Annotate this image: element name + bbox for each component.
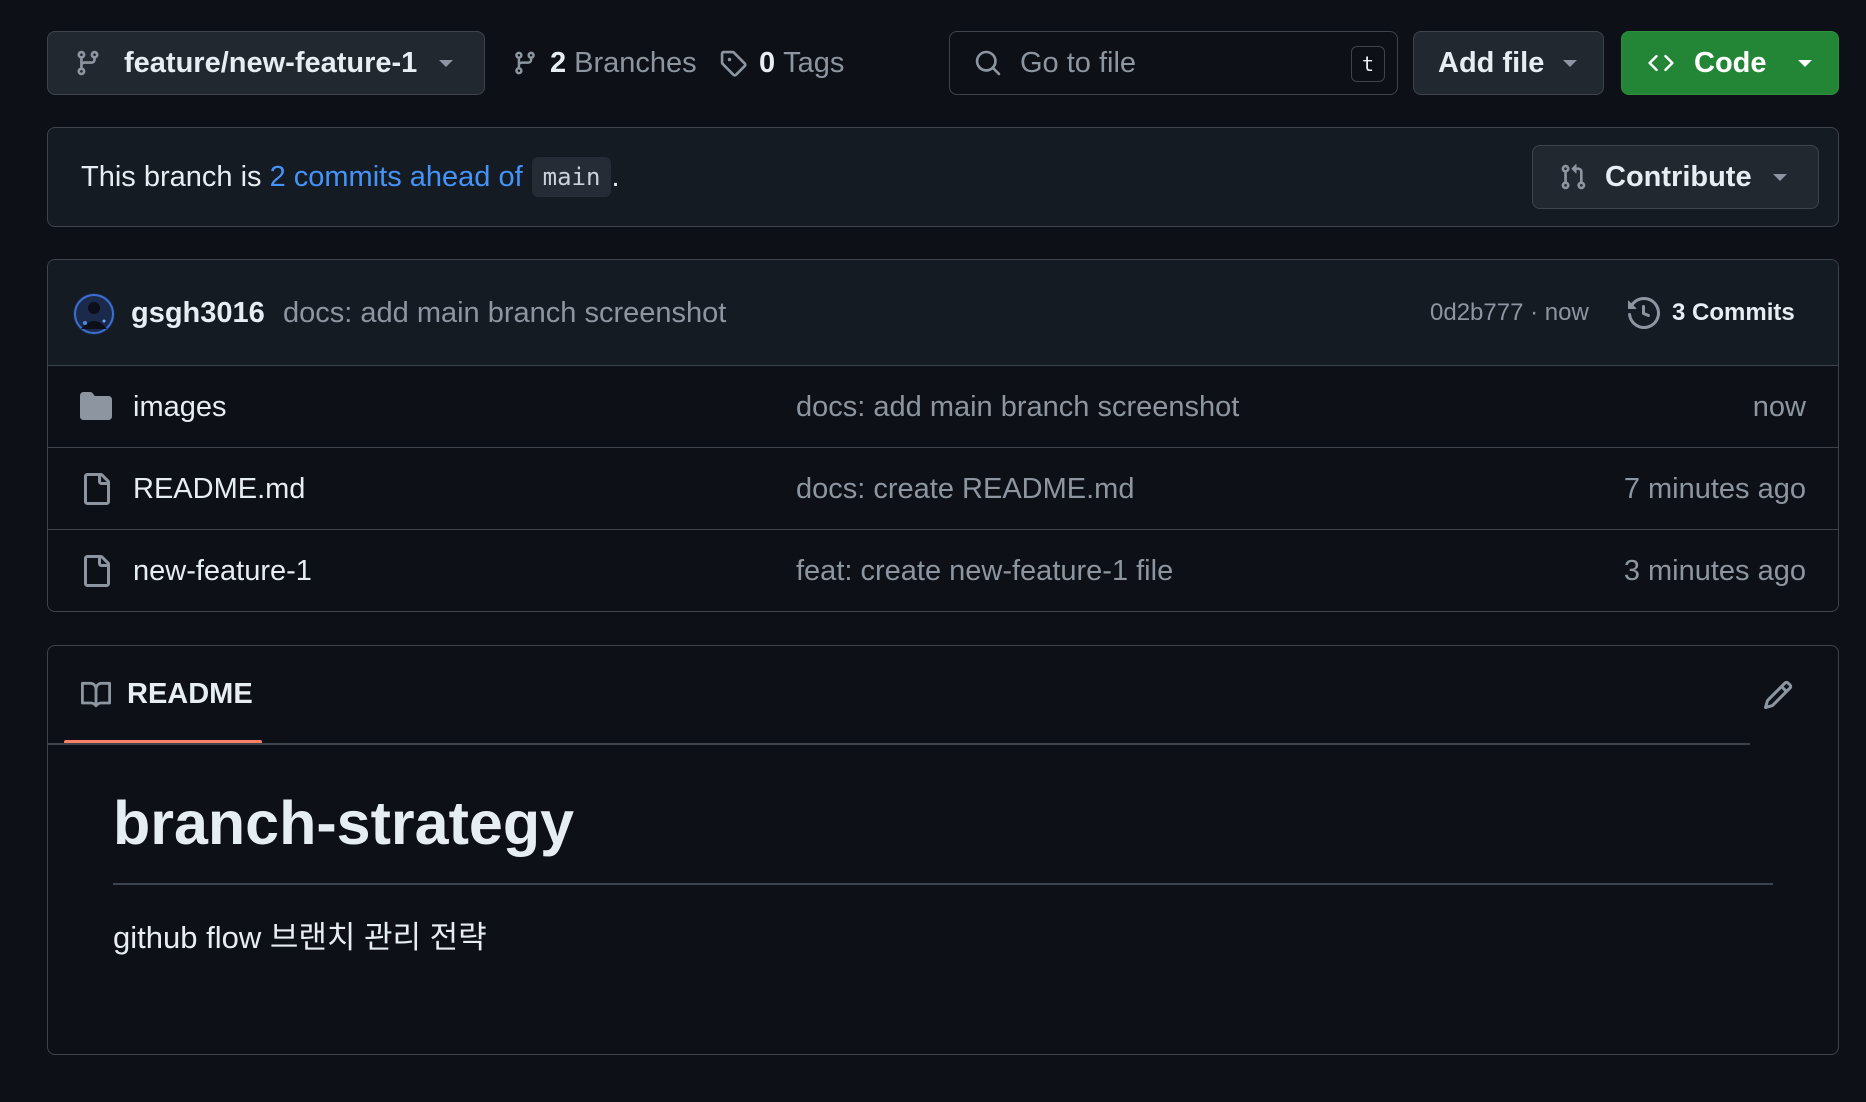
pull-request-icon [1559,162,1587,192]
search-placeholder: Go to file [1020,46,1137,79]
branch-selector-button[interactable]: feature/new-feature-1 [47,31,485,95]
file-icon [80,472,112,506]
readme-content: branch-strategy github flow 브랜치 관리 전략 [113,781,1773,958]
chevron-down-icon [438,59,454,69]
file-commit-message[interactable]: feat: create new-feature-1 file [796,530,1173,611]
commits-ahead-link[interactable]: 2 commits ahead of [270,161,523,194]
contribute-button[interactable]: Contribute [1532,145,1819,209]
shortcut-key: t [1351,46,1385,82]
file-name[interactable]: new-feature-1 [133,530,312,611]
add-file-button[interactable]: Add file [1413,31,1604,95]
readme-tab-label: README [127,678,253,710]
commits-history-link[interactable]: 3 Commits [1628,260,1795,366]
branch-status-banner: This branch is 2 commits ahead of main. C… [47,127,1839,227]
repo-toolbar: feature/new-feature-1 2 Branches 0 Tags … [47,31,1839,95]
chevron-down-icon [1562,59,1578,69]
file-row[interactable]: new-feature-1 feat: create new-feature-1… [48,530,1838,611]
search-icon [974,49,1002,77]
file-row[interactable]: images docs: add main branch screenshot … [48,366,1838,448]
branch-name: feature/new-feature-1 [124,46,418,79]
branches-label: Branches [574,46,697,79]
tags-count: 0 [759,46,776,79]
pencil-icon[interactable] [1762,679,1796,713]
banner-prefix: This branch is [81,160,270,193]
file-row[interactable]: README.md docs: create README.md 7 minut… [48,448,1838,530]
tags-link[interactable]: 0 Tags [719,31,844,95]
branches-link[interactable]: 2 Branches [512,31,697,95]
readme-panel: README branch-strategy github flow 브랜치 관… [47,645,1839,1055]
code-button[interactable]: Code [1621,31,1839,95]
readme-title: branch-strategy [113,789,575,857]
history-icon [1628,297,1660,329]
latest-commit-row: gsgh3016 docs: add main branch screensho… [48,260,1838,366]
commits-count-label: 3 Commits [1672,299,1795,326]
add-file-label: Add file [1438,46,1545,79]
tab-divider [48,743,1750,745]
branches-count: 2 [550,46,567,79]
git-branch-icon [512,49,538,77]
code-icon [1646,50,1676,76]
folder-icon [80,390,112,422]
file-commit-message[interactable]: docs: create README.md [796,448,1134,530]
chevron-down-icon [1797,59,1813,69]
readme-tabbar: README [48,646,1838,745]
file-commit-time: 3 minutes ago [1623,554,1806,587]
commit-message[interactable]: docs: add main branch screenshot [283,260,726,366]
banner-suffix: . [611,160,620,193]
tab-readme[interactable]: README [80,646,253,743]
file-commit-message[interactable]: docs: add main branch screenshot [796,366,1239,448]
go-to-file-input[interactable]: Go to file t [949,31,1398,95]
avatar[interactable] [73,293,115,335]
commit-hash-time[interactable]: 0d2b777 · now [1430,260,1589,366]
book-icon [80,680,112,710]
readme-description: github flow 브랜치 관리 전략 [113,920,487,955]
code-label: Code [1694,46,1767,79]
file-browser: gsgh3016 docs: add main branch screensho… [47,259,1839,612]
file-icon [80,554,112,588]
branch-status-text: This branch is 2 commits ahead of main. [81,128,620,226]
file-commit-time: 7 minutes ago [1623,472,1806,505]
file-name[interactable]: README.md [133,448,305,530]
git-branch-icon [74,48,102,78]
contribute-label: Contribute [1605,160,1752,193]
file-name[interactable]: images [133,366,227,448]
tags-label: Tags [783,46,845,79]
base-branch-name: main [531,157,612,197]
file-commit-time: now [1752,390,1806,423]
chevron-down-icon [1772,173,1788,183]
commit-author[interactable]: gsgh3016 [131,260,265,366]
tag-icon [719,49,747,77]
heading-divider [113,883,1773,885]
